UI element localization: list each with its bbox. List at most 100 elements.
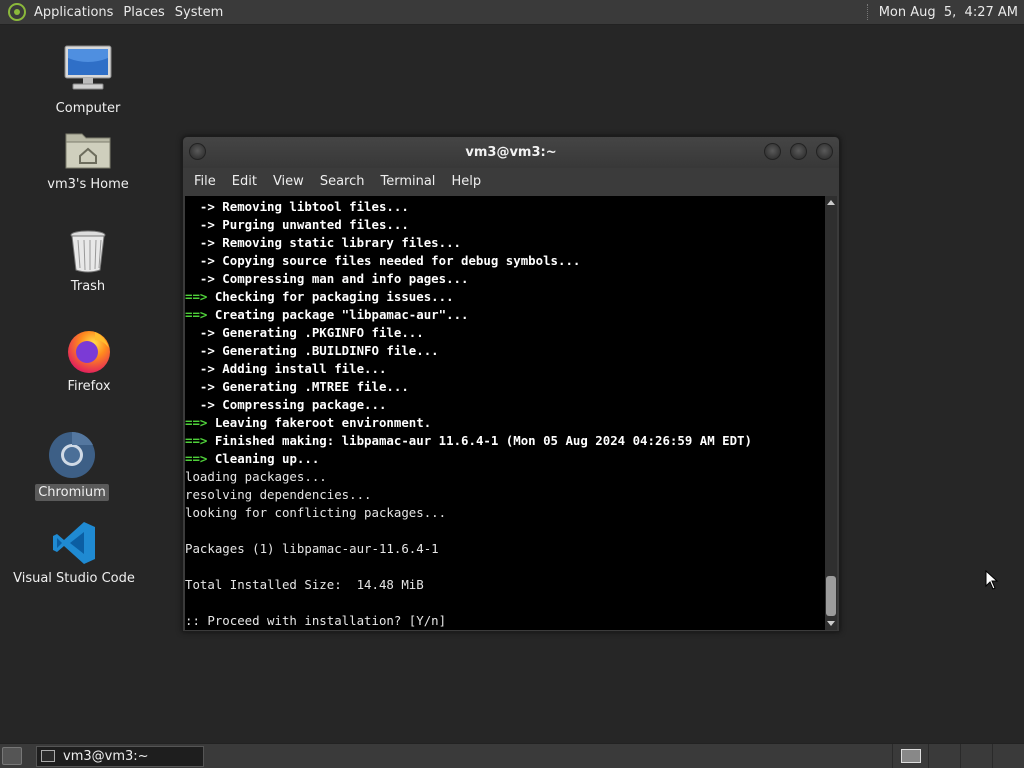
terminal-icon bbox=[41, 750, 55, 762]
workspace-1[interactable] bbox=[892, 744, 928, 768]
terminal-line: ==> Leaving fakeroot environment. bbox=[185, 414, 827, 432]
terminal-line-text: Packages (1) libpamac-aur-11.6.4-1 bbox=[185, 541, 439, 556]
terminal-line: ==> Finished making: libpamac-aur 11.6.4… bbox=[185, 432, 827, 450]
window-titlebar[interactable]: vm3@vm3:~ bbox=[183, 137, 839, 168]
taskbar-item-terminal[interactable]: vm3@vm3:~ bbox=[36, 745, 204, 767]
computer-icon bbox=[64, 45, 112, 90]
show-desktop-icon[interactable] bbox=[2, 747, 22, 765]
desktop-icon-label: Firefox bbox=[67, 379, 111, 394]
window-title: vm3@vm3:~ bbox=[465, 145, 557, 160]
scroll-down-arrow-icon[interactable] bbox=[827, 621, 835, 626]
menu-view[interactable]: View bbox=[265, 174, 312, 189]
terminal-line-text: Checking for packaging issues... bbox=[207, 289, 454, 304]
clock[interactable]: Mon Aug 5, 4:27 AM bbox=[879, 5, 1024, 20]
terminal-line-text: resolving dependencies... bbox=[185, 487, 372, 502]
mate-logo-icon[interactable] bbox=[8, 3, 26, 21]
terminal-line-prefix: ==> bbox=[185, 289, 208, 304]
mouse-pointer-icon bbox=[985, 570, 999, 590]
trash-icon bbox=[70, 230, 106, 273]
terminal-line-text: Cleaning up... bbox=[207, 451, 320, 466]
terminal-line: Packages (1) libpamac-aur-11.6.4-1 bbox=[185, 540, 827, 558]
maximize-button[interactable] bbox=[790, 143, 807, 160]
terminal-line: Total Installed Size: 14.48 MiB bbox=[185, 576, 827, 594]
bottom-panel: vm3@vm3:~ bbox=[0, 743, 1024, 768]
terminal-line-prefix: ==> bbox=[185, 307, 208, 322]
workspace-switcher bbox=[892, 744, 1024, 768]
workspace-3[interactable] bbox=[960, 744, 992, 768]
vscode-icon bbox=[53, 522, 95, 564]
panel-handle bbox=[866, 4, 871, 20]
menu-help[interactable]: Help bbox=[443, 174, 489, 189]
scroll-up-arrow-icon[interactable] bbox=[827, 200, 835, 205]
terminal-line-text: Finished making: libpamac-aur 11.6.4-1 (… bbox=[207, 433, 752, 448]
terminal-line: ==> Creating package "libpamac-aur"... bbox=[185, 306, 827, 324]
desktop-icon-label: Computer bbox=[55, 101, 121, 116]
menu-terminal[interactable]: Terminal bbox=[372, 174, 443, 189]
desktop-icon-chromium[interactable]: Chromium bbox=[7, 430, 137, 501]
terminal-line-text: -> Compressing package... bbox=[185, 397, 387, 412]
desktop-icon-label: Visual Studio Code bbox=[13, 571, 135, 586]
terminal-line-text: Leaving fakeroot environment. bbox=[207, 415, 432, 430]
terminal-line: -> Adding install file... bbox=[185, 360, 827, 378]
places-menu[interactable]: Places bbox=[121, 5, 172, 20]
desktop-icon-firefox[interactable]: Firefox bbox=[24, 326, 154, 395]
window-menu-button[interactable] bbox=[189, 143, 206, 160]
desktop-icon-home[interactable]: vm3's Home bbox=[23, 128, 153, 193]
terminal-line: -> Generating .PKGINFO file... bbox=[185, 324, 827, 342]
desktop-icon-label: Chromium bbox=[35, 484, 109, 501]
taskbar-item-label: vm3@vm3:~ bbox=[63, 748, 149, 764]
menu-edit[interactable]: Edit bbox=[224, 174, 265, 189]
terminal-line: -> Compressing package... bbox=[185, 396, 827, 414]
workspace-4[interactable] bbox=[992, 744, 1024, 768]
terminal-line-text: -> Removing libtool files... bbox=[185, 199, 409, 214]
terminal-line-text: -> Adding install file... bbox=[185, 361, 387, 376]
terminal-line-text: -> Purging unwanted files... bbox=[185, 217, 409, 232]
home-folder-icon bbox=[65, 133, 111, 169]
desktop-icon-label: Trash bbox=[70, 279, 106, 294]
system-menu[interactable]: System bbox=[173, 5, 231, 20]
terminal-line: loading packages... bbox=[185, 468, 827, 486]
desktop-icon-vscode[interactable]: Visual Studio Code bbox=[9, 520, 139, 587]
terminal-line: -> Generating .MTREE file... bbox=[185, 378, 827, 396]
terminal-line-text: -> Generating .BUILDINFO file... bbox=[185, 343, 439, 358]
desktop-icon-trash[interactable]: Trash bbox=[23, 228, 153, 295]
applications-menu[interactable]: Applications bbox=[32, 5, 121, 20]
window-menubar: File Edit View Search Terminal Help bbox=[183, 168, 839, 195]
terminal-line: ==> Checking for packaging issues... bbox=[185, 288, 827, 306]
terminal-line: looking for conflicting packages... bbox=[185, 504, 827, 522]
terminal-line-text: loading packages... bbox=[185, 469, 327, 484]
terminal-scrollbar[interactable] bbox=[825, 196, 837, 630]
menu-search[interactable]: Search bbox=[312, 174, 373, 189]
top-panel: Applications Places System Mon Aug 5, 4:… bbox=[0, 0, 1024, 25]
scrollbar-thumb[interactable] bbox=[826, 576, 836, 616]
menu-file[interactable]: File bbox=[186, 174, 224, 189]
close-button[interactable] bbox=[816, 143, 833, 160]
terminal-line: resolving dependencies... bbox=[185, 486, 827, 504]
desktop-icon-label: vm3's Home bbox=[47, 177, 129, 192]
terminal-line-prefix: ==> bbox=[185, 433, 208, 448]
terminal-output[interactable]: -> Removing libtool files... -> Purging … bbox=[185, 196, 827, 630]
terminal-window: vm3@vm3:~ File Edit View Search Terminal… bbox=[182, 136, 840, 632]
terminal-line-text: -> Generating .PKGINFO file... bbox=[185, 325, 424, 340]
minimize-button[interactable] bbox=[764, 143, 781, 160]
terminal-line: -> Purging unwanted files... bbox=[185, 216, 827, 234]
firefox-icon bbox=[68, 331, 110, 373]
terminal-line: -> Removing static library files... bbox=[185, 234, 827, 252]
terminal-line-text: -> Compressing man and info pages... bbox=[185, 271, 469, 286]
terminal-line-text: -> Copying source files needed for debug… bbox=[185, 253, 581, 268]
terminal-line-text: -> Removing static library files... bbox=[185, 235, 462, 250]
terminal-line-prefix: ==> bbox=[185, 415, 208, 430]
chromium-icon bbox=[49, 431, 95, 478]
terminal-line-text: Total Installed Size: 14.48 MiB bbox=[185, 577, 424, 592]
desktop-icon-computer[interactable]: Computer bbox=[23, 44, 153, 117]
terminal-line: ==> Cleaning up... bbox=[185, 450, 827, 468]
terminal-line-text: -> Generating .MTREE file... bbox=[185, 379, 409, 394]
terminal-line: -> Copying source files needed for debug… bbox=[185, 252, 827, 270]
terminal-line-text: looking for conflicting packages... bbox=[185, 505, 447, 520]
terminal-line-text: Creating package "libpamac-aur"... bbox=[207, 307, 469, 322]
terminal-line: -> Removing libtool files... bbox=[185, 198, 827, 216]
workspace-2[interactable] bbox=[928, 744, 960, 768]
